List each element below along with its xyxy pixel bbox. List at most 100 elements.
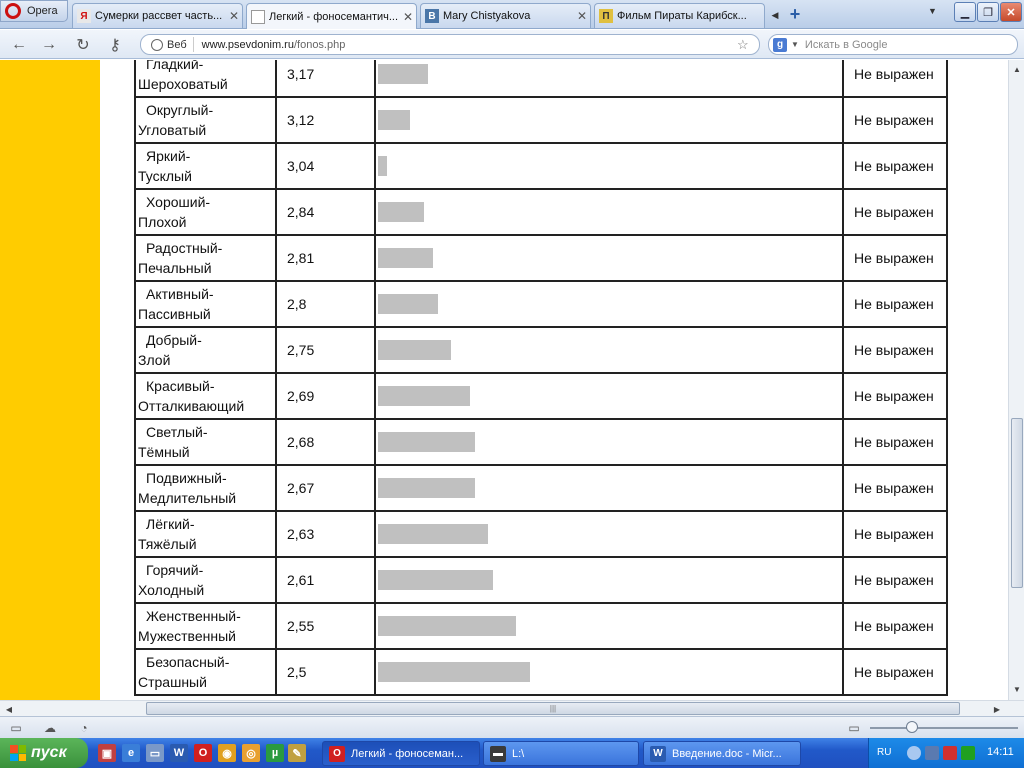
scale-evaluation-cell: Не выражен <box>842 602 948 650</box>
scale-word-negative: Плохой <box>138 214 187 230</box>
turbo-gauge-icon[interactable]: ◔ <box>76 721 92 735</box>
scale-bar <box>378 616 516 636</box>
scroll-up-icon[interactable]: ▲ <box>1011 62 1023 76</box>
opera-quicklaunch-icon[interactable]: O <box>194 744 212 762</box>
phonosemantic-scales-table: Гладкий- Шероховатый 3,17 Не выражен Округлы… <box>134 60 948 696</box>
back-arrow-icon[interactable]: ← <box>8 35 30 55</box>
show-desktop-icon[interactable]: ▭ <box>146 744 164 762</box>
tab-pirates-film[interactable]: П Фильм Пираты Карибск... <box>594 3 765 28</box>
horizontal-scrollbar[interactable]: ◀ ||| ▶ <box>0 700 1024 716</box>
antivirus-icon[interactable] <box>943 746 957 760</box>
scroll-right-icon[interactable]: ▶ <box>990 702 1004 716</box>
table-row: Яркий- Тусклый 3,04 Не выражен <box>134 142 948 190</box>
scale-name-cell: Светлый- Тёмный <box>134 418 277 466</box>
scale-evaluation-cell: Не выражен <box>842 648 948 696</box>
opera-unite-cloud-icon[interactable]: ☁ <box>42 721 58 735</box>
scale-bar <box>378 340 451 360</box>
table-row: Гладкий- Шероховатый 3,17 Не выражен <box>134 60 948 98</box>
start-button[interactable]: пуск <box>0 738 88 768</box>
search-field[interactable]: g ▼ Искать в Google <box>768 34 1018 55</box>
minimize-icon[interactable]: ▁ <box>954 2 976 22</box>
vertical-scroll-thumb[interactable] <box>1011 418 1023 588</box>
network-icon[interactable] <box>925 746 939 760</box>
search-engine-dropdown-icon[interactable]: ▼ <box>791 40 799 49</box>
tab-close-icon[interactable]: ✕ <box>400 10 416 24</box>
scale-value-cell: 2,5 <box>275 648 376 696</box>
zoom-slider-track[interactable] <box>870 727 1018 729</box>
scale-value-cell: 2,69 <box>275 372 376 420</box>
tray-expand-icon[interactable] <box>907 746 921 760</box>
scale-name-cell: Округлый- Угловатый <box>134 96 277 144</box>
tab-close-icon[interactable]: ✕ <box>574 9 590 23</box>
site-info-badge[interactable]: Веб <box>147 37 194 52</box>
panel-toggle-icon[interactable]: ▭ <box>8 721 24 735</box>
taskbar-item-word-doc[interactable]: W Введение.doc - Micr... <box>643 741 801 766</box>
scale-evaluation-cell: Не выражен <box>842 96 948 144</box>
google-icon[interactable]: g <box>773 37 787 52</box>
forward-arrow-icon[interactable]: → <box>38 35 60 55</box>
scale-value-cell: 2,81 <box>275 234 376 282</box>
opera-menu-button[interactable]: Opera <box>0 0 68 22</box>
utorrent-icon[interactable]: µ <box>266 744 284 762</box>
tab-label: Сумерки рассвет часть... <box>95 10 223 22</box>
site-info-label: Веб <box>167 38 187 51</box>
word-icon[interactable]: W <box>170 744 188 762</box>
opera-task-icon: O <box>329 745 345 762</box>
chrome-icon[interactable]: ◎ <box>242 744 260 762</box>
scale-value-cell: 2,84 <box>275 188 376 236</box>
table-row: Хороший- Плохой 2,84 Не выражен <box>134 188 948 236</box>
media-player-icon[interactable]: ◉ <box>218 744 236 762</box>
new-tab-icon[interactable]: + <box>785 4 805 24</box>
scale-word-positive: Лёгкий- <box>146 516 195 532</box>
language-indicator[interactable]: RU <box>877 747 891 758</box>
url-text[interactable]: www.psevdonim.ru/fonos.php <box>202 39 737 51</box>
bookmark-star-icon[interactable]: ☆ <box>737 37 755 53</box>
scroll-left-icon[interactable]: ◀ <box>2 702 16 716</box>
yandex-favicon-icon: Я <box>77 9 91 23</box>
tab-list-dropdown-icon[interactable]: ▼ <box>928 6 937 16</box>
scale-name-cell: Гладкий- Шероховатый <box>134 60 277 98</box>
quicklaunch-app-icon[interactable]: ▣ <box>98 744 116 762</box>
reload-icon[interactable]: ↻ <box>72 35 94 55</box>
table-row: Красивый- Отталкивающий 2,69 Не выражен <box>134 372 948 420</box>
taskbar-item-opera[interactable]: O Легкий - фоносеман... <box>322 741 480 766</box>
taskbar-item-drive-l[interactable]: ▬ L:\ <box>483 741 639 766</box>
scale-name-cell: Горячий- Холодный <box>134 556 277 604</box>
tab-scroll-left-icon[interactable]: ◀ <box>768 6 782 24</box>
scale-bar-cell <box>374 648 844 696</box>
address-bar[interactable]: Веб www.psevdonim.ru/fonos.php ☆ <box>140 34 760 55</box>
scale-value-cell: 2,8 <box>275 280 376 328</box>
scale-name-cell: Безопасный- Страшный <box>134 648 277 696</box>
table-row: Горячий- Холодный 2,61 Не выражен <box>134 556 948 604</box>
tab-phonosemantic[interactable]: Легкий - фоносемантич... ✕ <box>246 3 417 29</box>
scale-word-positive: Горячий- <box>146 562 204 578</box>
scale-word-negative: Злой <box>138 352 171 368</box>
scale-word-negative: Отталкивающий <box>138 398 245 414</box>
scale-word-positive: Радостный- <box>146 240 223 256</box>
scale-bar <box>378 202 424 222</box>
tab-close-icon[interactable]: ✕ <box>226 9 242 23</box>
horizontal-scroll-thumb[interactable]: ||| <box>146 702 960 715</box>
view-menu-icon[interactable]: ▭ <box>846 721 862 735</box>
vertical-scrollbar[interactable]: ▲ ▼ <box>1008 60 1024 700</box>
table-row: Радостный- Печальный 2,81 Не выражен <box>134 234 948 282</box>
scale-word-positive: Гладкий- <box>146 60 204 72</box>
scroll-down-icon[interactable]: ▼ <box>1011 682 1023 696</box>
scale-value-cell: 2,55 <box>275 602 376 650</box>
tab-twilight[interactable]: Я Сумерки рассвет часть... ✕ <box>72 3 243 28</box>
restore-icon[interactable]: ❐ <box>977 2 999 22</box>
task-label: Легкий - фоносеман... <box>351 747 464 760</box>
scale-evaluation-cell: Не выражен <box>842 142 948 190</box>
scale-name-cell: Хороший- Плохой <box>134 188 277 236</box>
scale-value-cell: 2,63 <box>275 510 376 558</box>
scale-bar-cell <box>374 510 844 558</box>
close-window-icon[interactable]: ✕ <box>1000 2 1022 22</box>
key-icon[interactable]: ⚷ <box>104 35 126 55</box>
tab-vk-profile[interactable]: В Mary Chistyakova ✕ <box>420 3 591 28</box>
clock: 14:11 <box>987 746 1014 758</box>
windows-taskbar: пуск ▣ e ▭ W O ◉ ◎ µ ✎ O Легкий - фоносе… <box>0 738 1024 768</box>
zoom-slider-knob[interactable] <box>906 721 918 733</box>
tools-icon[interactable]: ✎ <box>288 744 306 762</box>
status-tray-icon[interactable] <box>961 746 975 760</box>
internet-explorer-icon[interactable]: e <box>122 744 140 762</box>
